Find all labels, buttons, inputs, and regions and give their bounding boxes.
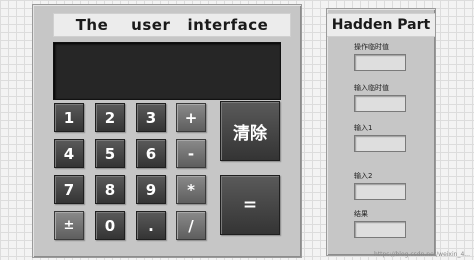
key-minus[interactable]: - xyxy=(176,139,206,168)
key-sign-toggle[interactable]: ± xyxy=(54,211,84,240)
input2-field[interactable] xyxy=(354,183,406,200)
calculator-title-bar: The user interface xyxy=(53,13,291,37)
calculator-title: The user interface xyxy=(75,16,269,34)
key-0[interactable]: 0 xyxy=(95,211,125,240)
hidden-part-title: Hadden Part xyxy=(331,17,431,33)
key-5[interactable]: 5 xyxy=(95,139,125,168)
key-4[interactable]: 4 xyxy=(54,139,84,168)
op-temp-field[interactable] xyxy=(354,54,406,71)
input1-label: 输入1 xyxy=(354,124,373,132)
input-temp-label: 输入临时值 xyxy=(354,84,389,92)
key-8[interactable]: 8 xyxy=(95,175,125,204)
equals-button[interactable]: = xyxy=(220,175,280,235)
hidden-part-panel: Hadden Part 操作临时值 输入临时值 输入1 输入2 结果 xyxy=(326,8,436,256)
watermark-text: https://blog.csdn.net/weixin_4... xyxy=(373,251,470,258)
op-temp-label: 操作临时值 xyxy=(354,43,389,51)
result-field[interactable] xyxy=(354,221,406,238)
input-temp-field[interactable] xyxy=(354,95,406,112)
key-divide[interactable]: / xyxy=(176,211,206,240)
key-plus[interactable]: + xyxy=(176,103,206,132)
key-multiply[interactable]: * xyxy=(176,175,206,204)
key-1[interactable]: 1 xyxy=(54,103,84,132)
calculator-panel: The user interface 1 2 3 + 4 5 6 - 7 8 9… xyxy=(32,4,302,258)
key-3[interactable]: 3 xyxy=(136,103,166,132)
clear-button[interactable]: 清除 xyxy=(220,101,280,161)
calculator-display xyxy=(53,42,281,100)
input1-field[interactable] xyxy=(354,135,406,152)
key-6[interactable]: 6 xyxy=(136,139,166,168)
key-7[interactable]: 7 xyxy=(54,175,84,204)
key-2[interactable]: 2 xyxy=(95,103,125,132)
hidden-part-title-bar: Hadden Part xyxy=(327,13,435,37)
key-9[interactable]: 9 xyxy=(136,175,166,204)
input2-label: 输入2 xyxy=(354,172,373,180)
key-decimal-point[interactable]: . xyxy=(136,211,166,240)
result-label: 结果 xyxy=(354,210,368,218)
